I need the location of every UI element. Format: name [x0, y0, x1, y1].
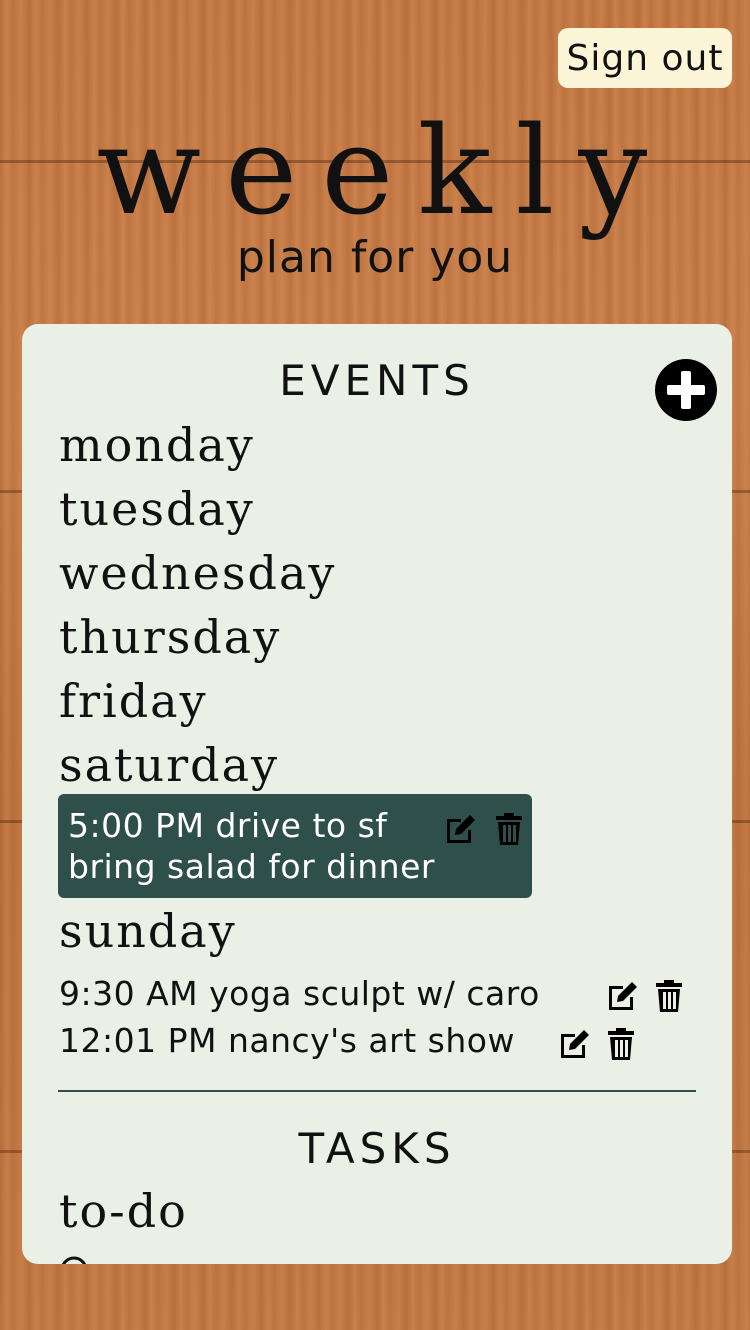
trash-icon[interactable] [652, 979, 686, 1013]
day-sunday: sunday [59, 904, 237, 958]
planner-panel: EVENTS monday tuesday wednesday thursday… [22, 324, 732, 1264]
day-thursday: thursday [59, 610, 282, 664]
plus-circle-icon[interactable] [654, 358, 718, 422]
day-friday: friday [59, 674, 208, 728]
event-time-title: 5:00 PM drive to sf [68, 806, 388, 845]
checkbox-icon[interactable] [59, 1255, 89, 1264]
tasks-heading: TASKS [298, 1124, 456, 1173]
day-monday: monday [59, 418, 255, 472]
section-divider [58, 1090, 696, 1092]
event-note: bring salad for dinner [68, 847, 435, 886]
event-item[interactable]: 9:30 AM yoga sculpt w/ caro [59, 974, 540, 1013]
event-item-selected[interactable]: 5:00 PM drive to sf bring salad for dinn… [58, 794, 532, 898]
day-tuesday: tuesday [59, 482, 255, 536]
edit-icon[interactable] [444, 812, 478, 846]
app-title: weekly [96, 100, 672, 242]
task-group-label: to-do [59, 1184, 188, 1238]
trash-icon[interactable] [604, 1027, 638, 1061]
trash-icon[interactable] [492, 812, 526, 846]
app-subtitle: plan for you [236, 232, 514, 283]
sign-out-button[interactable]: Sign out [558, 28, 732, 88]
event-item[interactable]: 12:01 PM nancy's art show [59, 1021, 515, 1060]
events-heading: EVENTS [279, 356, 475, 405]
edit-icon[interactable] [606, 979, 640, 1013]
day-wednesday: wednesday [59, 546, 337, 600]
day-saturday: saturday [59, 738, 279, 792]
edit-icon[interactable] [558, 1027, 592, 1061]
task-item-partial[interactable] [59, 1254, 89, 1264]
